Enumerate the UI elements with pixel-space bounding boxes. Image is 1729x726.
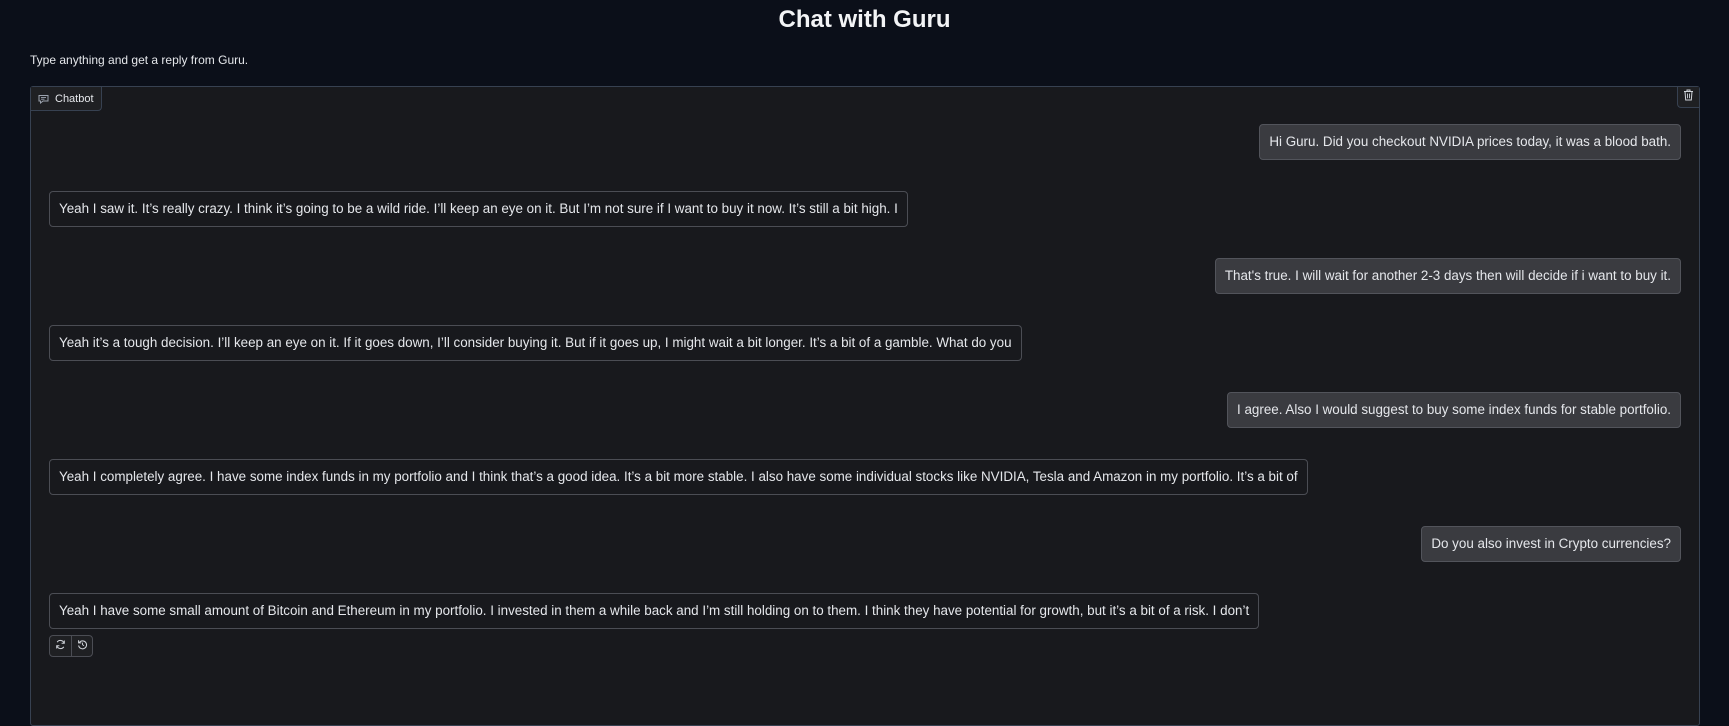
message-row-user: That's true. I will wait for another 2-3… [49,258,1681,294]
message-actions [49,635,93,657]
chat-bubble-icon [38,94,49,104]
bot-message: Yeah I saw it. It’s really crazy. I thin… [49,191,908,227]
bot-message: Yeah I completely agree. I have some ind… [49,459,1308,495]
user-message: Do you also invest in Crypto currencies? [1421,526,1681,562]
message-row-bot: Yeah I saw it. It’s really crazy. I thin… [49,191,1681,227]
user-message: That's true. I will wait for another 2-3… [1214,258,1681,294]
chatbot-label-text: Chatbot [55,92,94,105]
undo-icon [77,637,88,655]
refresh-icon [55,637,66,655]
user-message: Hi Guru. Did you checkout NVIDIA prices … [1259,124,1681,160]
message-list: Hi Guru. Did you checkout NVIDIA prices … [49,124,1681,660]
user-message: I agree. Also I would suggest to buy som… [1227,392,1681,428]
page-title: Chat with Guru [778,6,951,33]
message-row-user: Do you also invest in Crypto currencies? [49,526,1681,562]
chatbot-label: Chatbot [31,87,102,111]
message-row-user: I agree. Also I would suggest to buy som… [49,392,1681,428]
page-description: Type anything and get a reply from Guru. [30,53,249,67]
message-row-bot: Yeah it’s a tough decision. I’ll keep an… [49,325,1681,361]
message-row-user: Hi Guru. Did you checkout NVIDIA prices … [49,124,1681,160]
message-row-bot: Yeah I completely agree. I have some ind… [49,459,1681,495]
undo-button[interactable] [71,636,92,656]
retry-button[interactable] [50,636,71,656]
message-row-bot: Yeah I have some small amount of Bitcoin… [49,593,1681,629]
chatbot-panel: Chatbot Hi Guru. Did you checkout NVIDIA… [30,86,1700,726]
trash-icon [1683,88,1694,106]
clear-chat-button[interactable] [1677,87,1699,108]
bot-message: Yeah it’s a tough decision. I’ll keep an… [49,325,1022,361]
bot-message: Yeah I have some small amount of Bitcoin… [49,593,1260,629]
